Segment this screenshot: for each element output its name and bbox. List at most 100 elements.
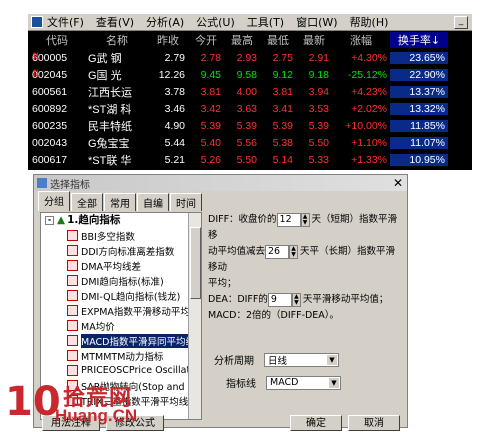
- dea-period-input[interactable]: 9: [267, 292, 292, 307]
- cell-change: +2.02%: [351, 102, 387, 115]
- cell-change: +4.23%: [351, 85, 387, 98]
- cell-turnover: 13.32%: [390, 102, 448, 115]
- cancel-button[interactable]: 取消: [348, 415, 400, 431]
- minimize-button[interactable]: _: [454, 15, 468, 29]
- cell-high: 9.58: [236, 68, 257, 81]
- chevron-down-icon[interactable]: ▼: [329, 377, 339, 388]
- menu-view[interactable]: 查看(V): [96, 14, 134, 30]
- cell-code: 600235: [32, 119, 68, 132]
- cell-turnover: 13.37%: [390, 85, 448, 98]
- tree-item-label: DMA平均线差: [81, 261, 142, 273]
- formula-l3: 平均；: [208, 278, 237, 289]
- cell-prev-close: 4.90: [164, 119, 185, 132]
- tab-group[interactable]: 分组: [38, 191, 70, 211]
- cell-name: 江西长运: [88, 86, 132, 99]
- period-select[interactable]: 日线 ▼: [264, 352, 339, 367]
- cell-code: 600617: [32, 153, 68, 166]
- flag-icon: ⇅: [32, 52, 41, 63]
- col-prev-close[interactable]: 昨收: [148, 32, 188, 48]
- tab-common[interactable]: 常用: [104, 193, 136, 211]
- tree-item[interactable]: DMI趋向指标(标准): [41, 273, 201, 288]
- long-period-input[interactable]: 26: [265, 244, 290, 259]
- col-open[interactable]: 今开: [188, 32, 224, 48]
- menu-tools[interactable]: 工具(T): [247, 14, 284, 30]
- short-period-spinner[interactable]: ▲ ▼: [300, 212, 310, 227]
- chevron-down-icon[interactable]: ▼: [327, 354, 337, 365]
- tree-item[interactable]: MTMMTM动力指标: [41, 348, 201, 363]
- table-row[interactable]: 002043 G兔宝宝 5.44 5.40 5.56 5.38 5.50 +1.10% 11.0…: [28, 134, 472, 151]
- dialog-titlebar[interactable]: 选择指标 ✕: [34, 175, 407, 191]
- menu-file[interactable]: 文件(F): [47, 14, 84, 30]
- cell-prev-close: 5.44: [164, 136, 185, 149]
- cell-last: 9.18: [308, 68, 329, 81]
- cell-open: 5.40: [200, 136, 221, 149]
- tree-item[interactable]: PRICEOSCPrice Oscillator: [41, 363, 201, 378]
- table-row[interactable]: 600005 G武 钢 2.79 2.78 2.93 2.75 2.91 +4.30% 23.6…: [28, 49, 472, 66]
- menu-window[interactable]: 窗口(W): [296, 14, 337, 30]
- indicator-icon: [67, 230, 78, 241]
- cell-name: 新华股份: [86, 169, 148, 171]
- tab-time[interactable]: 时间: [170, 193, 202, 211]
- formula-l4b: 天平滑移动平均值；: [302, 294, 389, 305]
- cell-low: 5.38: [272, 136, 293, 149]
- tree-group-trend[interactable]: - ▲ 1.趋向指标: [41, 213, 201, 228]
- tab-custom[interactable]: 自编: [137, 193, 169, 211]
- menu-analysis[interactable]: 分析(A): [146, 14, 184, 30]
- tree-item[interactable]: BBI多空指数: [41, 228, 201, 243]
- col-change[interactable]: 涨幅: [332, 32, 390, 48]
- indicator-icon: [67, 290, 78, 301]
- col-low[interactable]: 最低: [260, 32, 296, 48]
- col-last[interactable]: 最新: [296, 32, 332, 48]
- col-high[interactable]: 最高: [224, 32, 260, 48]
- tree-item-label: DDI方向标准离差指数: [81, 246, 175, 258]
- collapse-icon[interactable]: -: [45, 216, 54, 225]
- watermark-en: Huang.CN: [55, 406, 138, 425]
- scroll-thumb[interactable]: [190, 227, 201, 299]
- cell-high: 2.93: [236, 51, 257, 64]
- col-name[interactable]: 名称: [86, 32, 148, 48]
- tab-all[interactable]: 全部: [71, 193, 103, 211]
- cell-last: 3.94: [308, 85, 329, 98]
- cell-high: 5.56: [236, 136, 257, 149]
- menu-bar: 文件(F) 查看(V) 分析(A) 公式(U) 工具(T) 窗口(W) 帮助(H…: [28, 14, 472, 31]
- indicator-icon: [67, 260, 78, 271]
- cell-name: G兔宝宝: [88, 137, 130, 150]
- cell-low: 3.41: [272, 102, 293, 115]
- cell-code: 002043: [32, 136, 68, 149]
- indicator-line-label: 指标线: [226, 379, 256, 390]
- cell-prev-close: 3.46: [164, 102, 185, 115]
- cell-name: G武 钢: [88, 52, 122, 65]
- tree-item[interactable]: MA均价: [41, 318, 201, 333]
- tree-item[interactable]: EXPMA指数平滑移动平均线: [41, 303, 201, 318]
- table-row[interactable]: 600782新华股份3.563.573.923.523.89+9.27%10.2…: [28, 168, 472, 170]
- ok-button[interactable]: 确定: [290, 415, 342, 431]
- quote-window: 文件(F) 查看(V) 分析(A) 公式(U) 工具(T) 窗口(W) 帮助(H…: [28, 14, 472, 170]
- col-code[interactable]: 代码: [28, 32, 86, 48]
- table-row[interactable]: 600235 民丰特纸 4.90 5.39 5.39 5.39 5.39 +10.00% 11.…: [28, 117, 472, 134]
- table-row[interactable]: 002045 G国 光 12.26 9.45 9.58 9.12 9.18 -25.12% 22…: [28, 66, 472, 83]
- long-period-spinner[interactable]: ▲ ▼: [289, 244, 299, 259]
- table-row[interactable]: 600561 江西长运 3.78 3.81 4.00 3.81 3.94 +4.23% 13.3…: [28, 83, 472, 100]
- tree-item[interactable]: DDI方向标准离差指数: [41, 243, 201, 258]
- tree-scrollbar[interactable]: [188, 213, 201, 419]
- cell-turnover: 10.95%: [390, 153, 448, 166]
- cell-low: 5.39: [272, 119, 293, 132]
- tree-item[interactable]: MACD指数平滑异同平均线: [41, 333, 201, 348]
- tree-item[interactable]: DMI-QL趋向指标(钱龙): [41, 288, 201, 303]
- tree-item[interactable]: DMA平均线差: [41, 258, 201, 273]
- cell-low: 5.14: [272, 153, 293, 166]
- col-turnover-sorted[interactable]: 换手率↓: [390, 32, 448, 48]
- menu-help[interactable]: 帮助(H): [350, 14, 389, 30]
- short-period-input[interactable]: 12: [276, 212, 301, 227]
- cell-prev-close: 5.21: [164, 153, 185, 166]
- table-row[interactable]: 600892 *ST湖 科 3.46 3.42 3.63 3.41 3.53 +2.02% 13…: [28, 100, 472, 117]
- table-row[interactable]: 600617 *ST联 华 5.21 5.26 5.50 5.14 5.33 +1.33% 10…: [28, 151, 472, 168]
- dialog-tabs: 分组 全部 常用 自编 时间: [38, 191, 203, 211]
- indicator-line-select[interactable]: MACD ▼: [266, 375, 341, 390]
- dea-period-spinner[interactable]: ▲ ▼: [291, 292, 301, 307]
- close-icon[interactable]: ✕: [393, 176, 403, 190]
- cell-open: 2.78: [200, 51, 221, 64]
- cell-low: 2.75: [272, 51, 293, 64]
- cell-high: 5.50: [236, 153, 257, 166]
- menu-formula[interactable]: 公式(U): [196, 14, 235, 30]
